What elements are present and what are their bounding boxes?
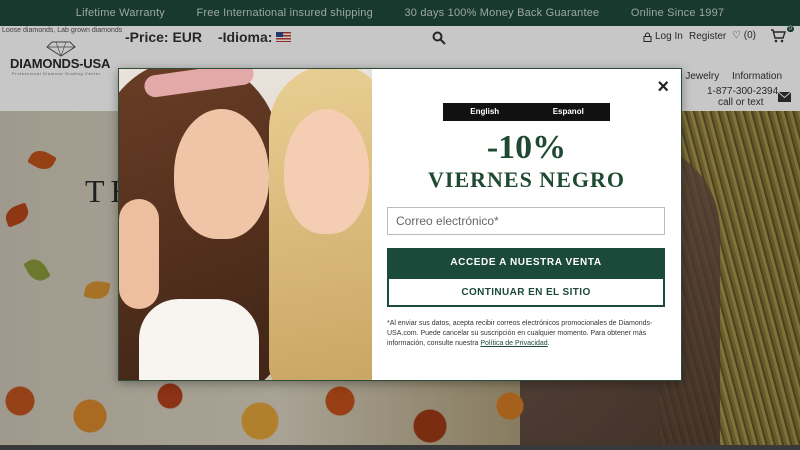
model-hand — [119, 199, 159, 309]
tab-espanol[interactable]: Espanol — [527, 103, 611, 121]
privacy-disclaimer: *Al enviar sus datos, acepta recibir cor… — [387, 319, 657, 349]
sale-name: VIERNES NEGRO — [428, 167, 625, 192]
model-shirt — [139, 299, 259, 380]
newsletter-popup: × English Espanol -10% VIERNES NEGRO ACC… — [118, 68, 682, 381]
language-tabs: English Espanol — [443, 103, 610, 121]
model-face-left — [174, 109, 269, 239]
popup-photo — [119, 69, 372, 380]
access-sale-button[interactable]: ACCEDE A NUESTRA VENTA — [387, 248, 665, 277]
close-icon[interactable]: × — [657, 76, 669, 99]
model-face-right — [284, 109, 369, 234]
disclaimer-end: . — [547, 340, 550, 347]
email-field[interactable] — [387, 207, 665, 235]
privacy-policy-link[interactable]: Política de Privacidad — [480, 340, 547, 347]
discount-headline: -10% — [486, 129, 567, 166]
popup-content: × English Espanol -10% VIERNES NEGRO ACC… — [372, 69, 681, 380]
tab-english[interactable]: English — [443, 103, 527, 121]
continue-site-button[interactable]: CONTINUAR EN EL SITIO — [387, 277, 665, 307]
